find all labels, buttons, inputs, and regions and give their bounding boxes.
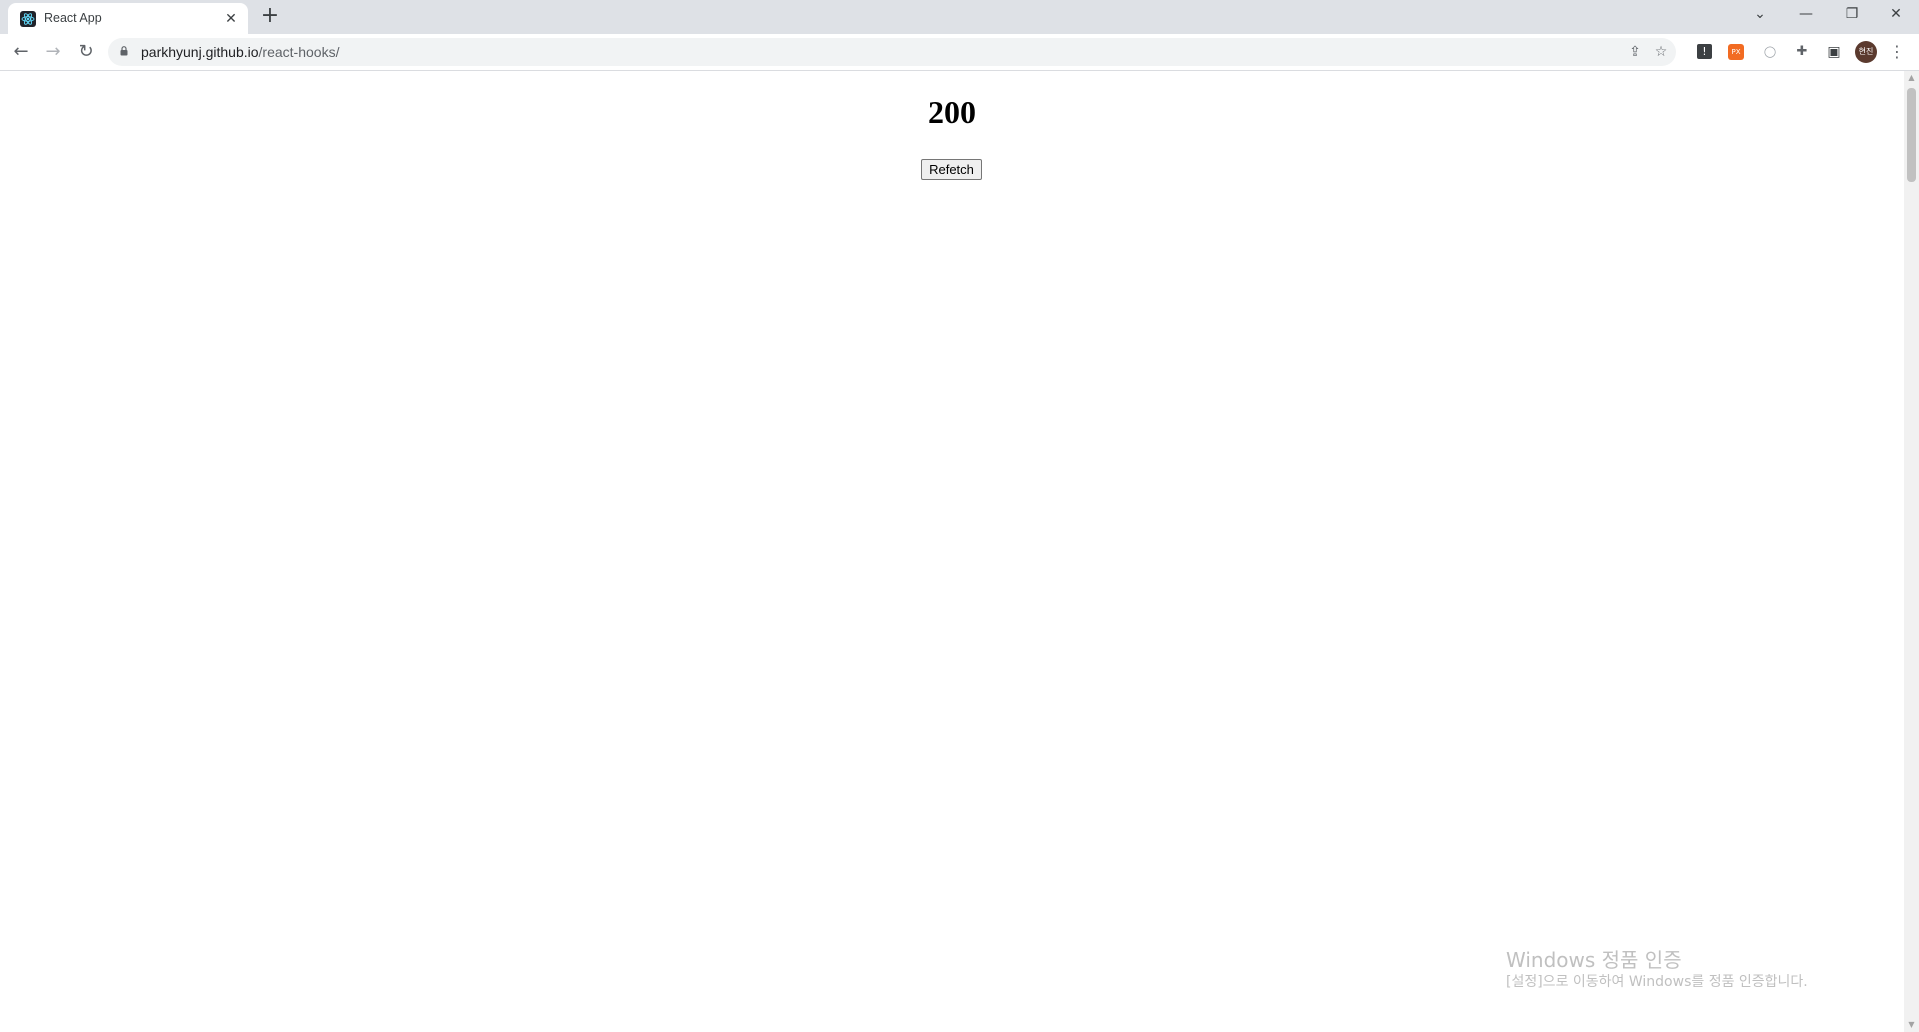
vertical-scrollbar[interactable]: ▲ ▼	[1904, 71, 1919, 1032]
side-panel-icon[interactable]: ▣	[1825, 43, 1843, 61]
extension-circle-icon[interactable]: ◯	[1761, 43, 1779, 61]
forward-button[interactable]: →	[40, 39, 66, 65]
url-path: /react-hooks/	[258, 44, 340, 60]
page-viewport: 200 Refetch Windows 정품 인증 [설정]으로 이동하여 Wi…	[0, 71, 1904, 1032]
minimize-button[interactable]: —	[1783, 0, 1829, 30]
puzzle-icon[interactable]: ✚	[1793, 43, 1811, 61]
refetch-button[interactable]: Refetch	[921, 159, 982, 180]
windows-activation-subtitle: [설정]으로 이동하여 Windows를 정품 인증합니다.	[1506, 974, 1808, 990]
reload-button[interactable]: ↻	[73, 39, 99, 65]
windows-activation-title: Windows 정품 인증	[1506, 948, 1682, 972]
browser-toolbar: ← → ↻ parkhyunj.github.io/react-hooks/ ⇪…	[0, 34, 1919, 71]
scroll-down-arrow-icon[interactable]: ▼	[1904, 1018, 1919, 1032]
new-tab-button[interactable]: +	[258, 5, 282, 29]
url-host: parkhyunj.github.io	[141, 44, 259, 60]
tab-react-app[interactable]: React App ✕	[8, 3, 248, 34]
status-code-heading: 200	[928, 94, 976, 130]
tab-search-chevron-icon[interactable]: ⌄	[1737, 0, 1783, 30]
profile-avatar[interactable]: 현진	[1855, 41, 1877, 63]
extension-orange-icon[interactable]: PX	[1728, 44, 1744, 60]
address-bar[interactable]: parkhyunj.github.io/react-hooks/ ⇪ ☆	[108, 38, 1676, 66]
menu-kebab-icon[interactable]: ⋮	[1888, 43, 1906, 61]
tab-title: React App	[44, 11, 102, 25]
bookmark-star-icon[interactable]: ☆	[1651, 42, 1671, 62]
restore-button[interactable]: ❐	[1829, 0, 1875, 30]
tab-strip: React App ✕ + ⌄ — ❐ ✕	[0, 0, 1919, 34]
share-icon[interactable]: ⇪	[1625, 42, 1645, 62]
scroll-thumb[interactable]	[1907, 88, 1916, 182]
lock-icon[interactable]	[120, 46, 128, 56]
tab-close-icon[interactable]: ✕	[222, 10, 240, 28]
react-favicon-icon	[20, 11, 36, 27]
back-button[interactable]: ←	[8, 39, 34, 65]
window-close-button[interactable]: ✕	[1873, 0, 1919, 30]
url-text[interactable]: parkhyunj.github.io/react-hooks/	[141, 44, 339, 60]
extension-black-icon[interactable]: !	[1697, 44, 1712, 59]
scroll-up-arrow-icon[interactable]: ▲	[1904, 71, 1919, 85]
